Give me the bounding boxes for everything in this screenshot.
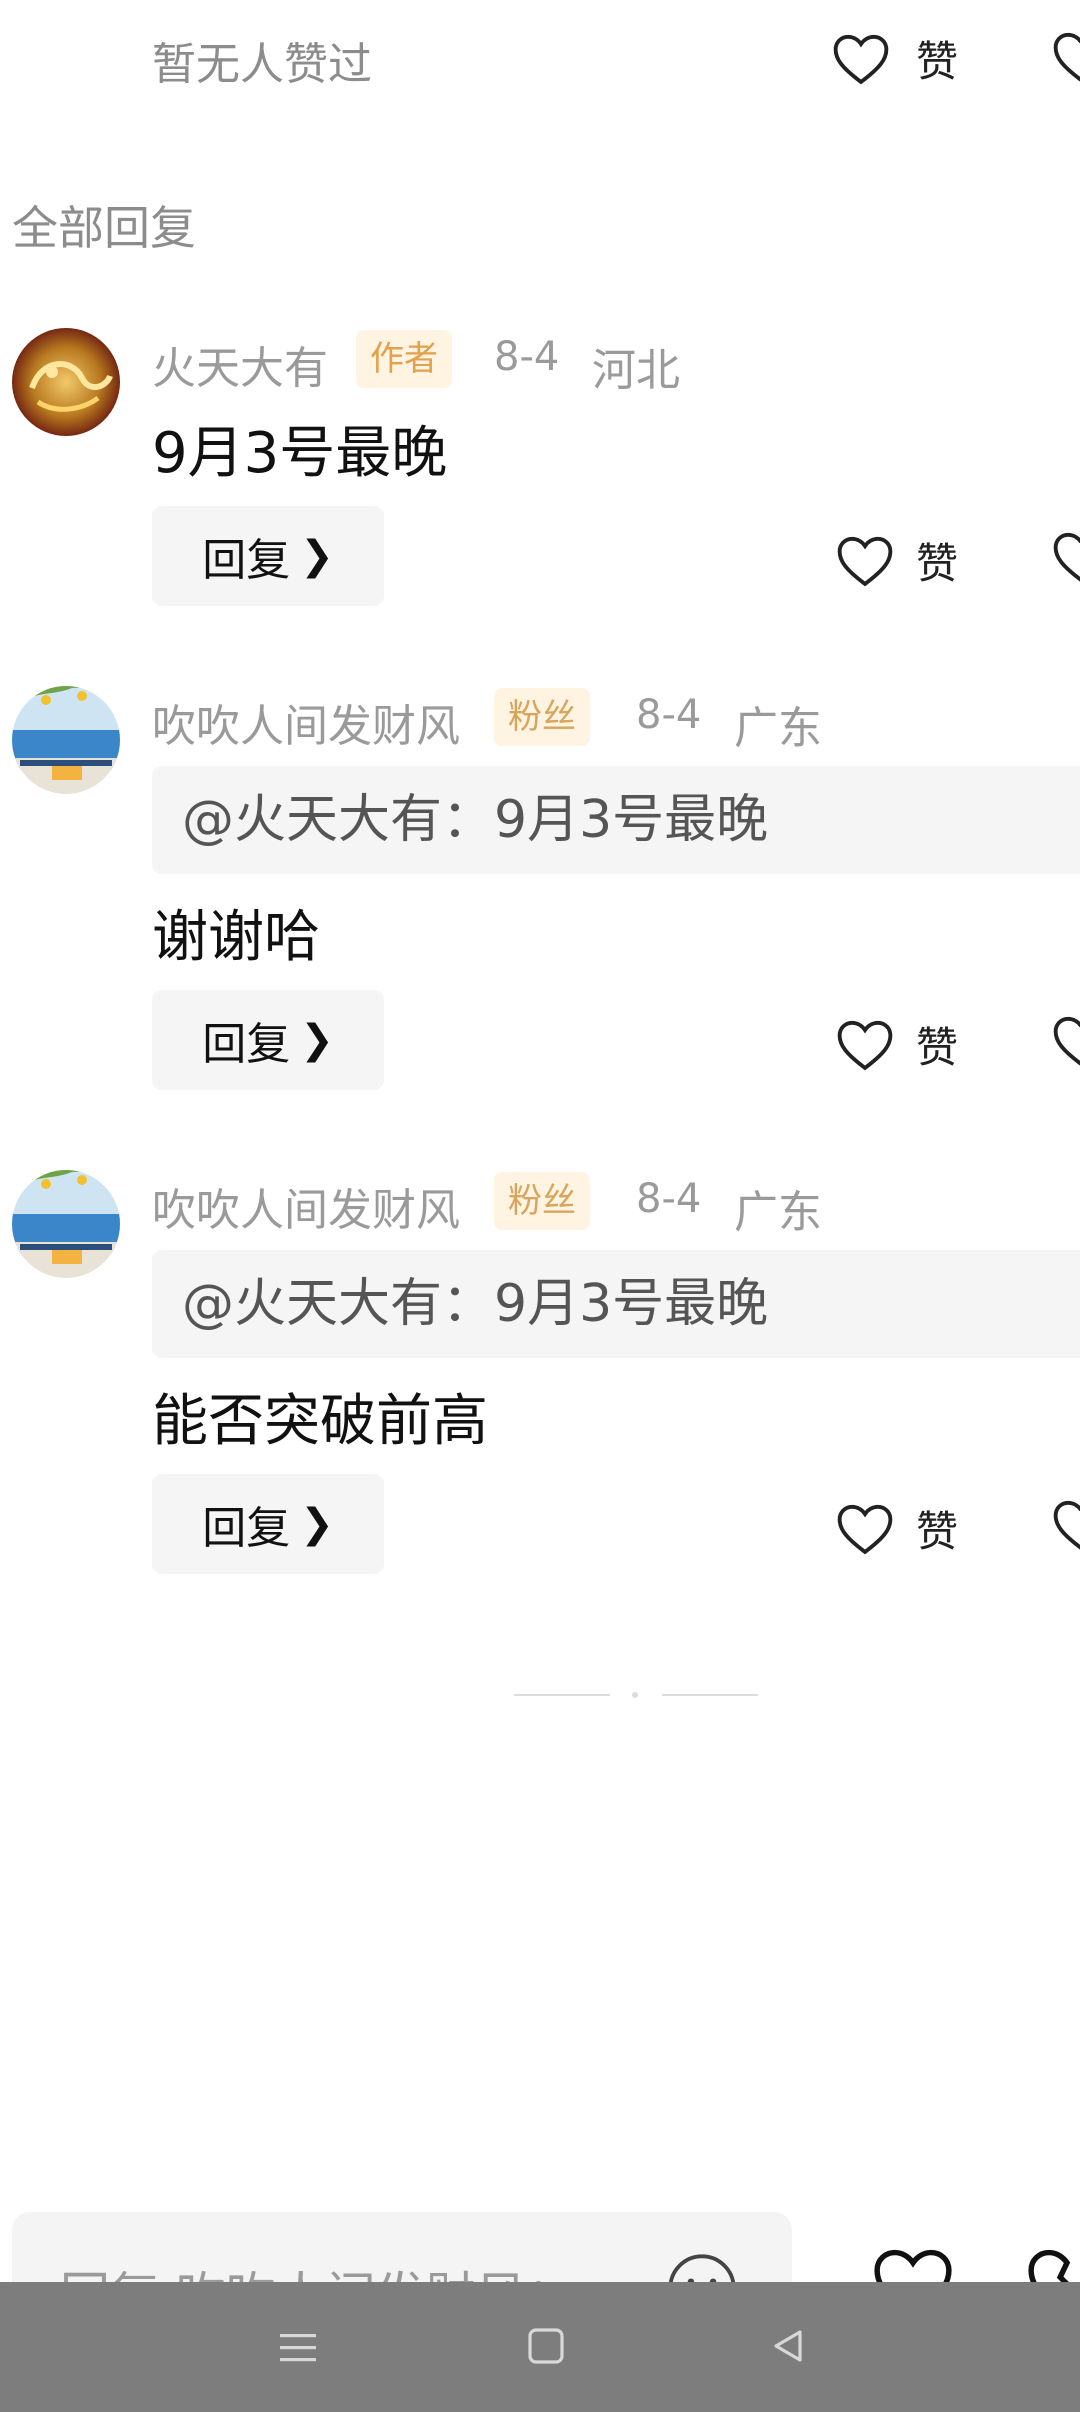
quoted-reply: @火天大有：9月3号最晚: [152, 766, 1080, 874]
heart-icon[interactable]: [1052, 530, 1080, 588]
comment-date: 8-4: [636, 1176, 702, 1222]
quoted-reply: @火天大有：9月3号最晚: [152, 1250, 1080, 1358]
fan-badge: 粉丝: [494, 688, 590, 746]
comment-text: 能否突破前高: [152, 1389, 488, 1454]
reply-label: 回复: [202, 1503, 291, 1554]
username[interactable]: 火天大有: [152, 332, 328, 396]
like-label: 赞: [916, 1507, 959, 1556]
fan-badge: 粉丝: [494, 1172, 590, 1230]
chevron-right-icon: ❯: [300, 533, 334, 579]
avatar[interactable]: [12, 1170, 120, 1278]
heart-icon: [832, 32, 890, 86]
reply-button[interactable]: 回复 ❯: [152, 1474, 384, 1574]
like-label: 赞: [916, 1023, 959, 1072]
comment-region: 广东: [734, 703, 822, 754]
avatar[interactable]: [12, 328, 120, 436]
reply-button[interactable]: 回复 ❯: [152, 506, 384, 606]
comment-date: 8-4: [636, 692, 702, 738]
no-likes-text: 暂无人赞过: [152, 39, 372, 90]
like-button[interactable]: 赞: [836, 1498, 958, 1559]
chevron-right-icon: ❯: [300, 1501, 334, 1547]
heart-icon: [836, 1502, 894, 1556]
comment-text: 谢谢哈: [152, 905, 320, 970]
like-label: 赞: [916, 539, 959, 588]
comment-text: 9月3号最晚: [152, 421, 448, 486]
square-icon[interactable]: [526, 2326, 566, 2370]
username[interactable]: 吹吹人间发财风: [152, 690, 460, 754]
comment-date: 8-4: [494, 334, 560, 380]
reply-button[interactable]: 回复 ❯: [152, 990, 384, 1090]
section-title: 全部回复: [12, 201, 196, 255]
back-triangle-icon[interactable]: [768, 2326, 808, 2370]
system-nav-bar: [0, 2282, 1080, 2412]
comment-region: 河北: [592, 345, 680, 396]
like-button[interactable]: 赞: [836, 530, 958, 591]
heart-icon: [836, 1018, 894, 1072]
heart-icon[interactable]: [1052, 30, 1080, 88]
like-label: 赞: [916, 37, 959, 86]
top-like-button[interactable]: 赞: [832, 28, 958, 89]
heart-icon[interactable]: [1052, 1014, 1080, 1072]
heart-icon: [836, 534, 894, 588]
heart-icon[interactable]: [1052, 1498, 1080, 1556]
username[interactable]: 吹吹人间发财风: [152, 1174, 460, 1238]
menu-icon[interactable]: [276, 2328, 320, 2372]
chevron-right-icon: ❯: [300, 1017, 334, 1063]
reply-label: 回复: [202, 535, 291, 586]
end-divider: [514, 1692, 758, 1698]
avatar[interactable]: [12, 686, 120, 794]
like-button[interactable]: 赞: [836, 1014, 958, 1075]
comment-region: 广东: [734, 1187, 822, 1238]
author-badge: 作者: [356, 330, 452, 388]
reply-label: 回复: [202, 1019, 291, 1070]
